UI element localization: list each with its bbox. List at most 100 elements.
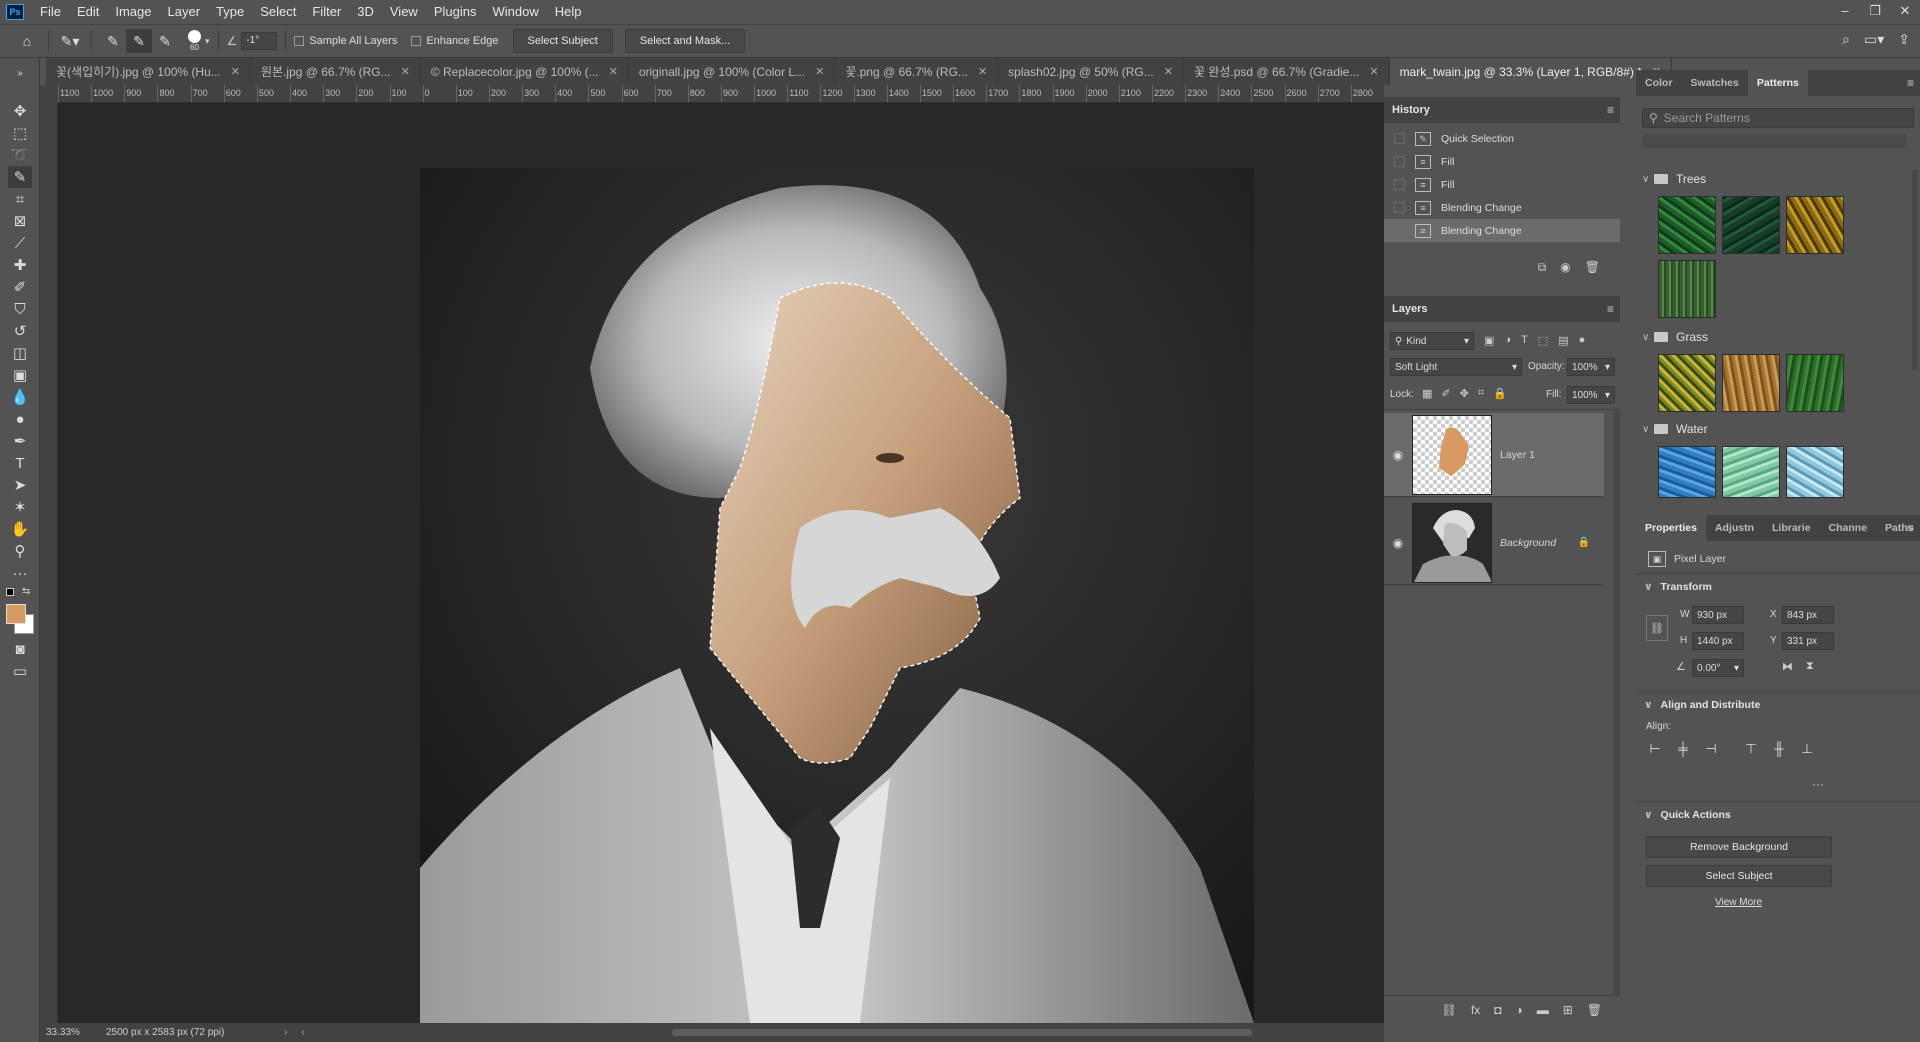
collapse-toolbar-icon[interactable]: » (8, 62, 32, 84)
lock-position-icon[interactable]: ✥ (1460, 387, 1469, 400)
share-icon[interactable]: ⇪ (1898, 31, 1910, 48)
panel-menu-icon[interactable]: ≡ (1607, 103, 1614, 117)
healing-brush-tool-icon[interactable]: ✚ (8, 254, 32, 276)
flip-horizontal-icon[interactable]: ⧓ (1782, 660, 1793, 673)
dodge-tool-icon[interactable]: ● (8, 408, 32, 430)
history-brush-tool-icon[interactable]: ↺ (8, 320, 32, 342)
zoom-tool-icon[interactable]: ⚲ (8, 540, 32, 562)
history-item[interactable]: ✎ Quick Selection (1384, 127, 1620, 150)
panel-menu-icon[interactable]: ≡ (1607, 302, 1614, 316)
close-icon[interactable]: ✕ (609, 65, 618, 78)
layer-filter-select[interactable]: ⚲ Kind ▾ (1390, 332, 1474, 350)
pattern-group-trees[interactable]: ∨ Trees (1636, 168, 1916, 190)
marquee-tool-icon[interactable]: ⬚ (8, 122, 32, 144)
history-item-selected[interactable]: ≡ Blending Change (1384, 219, 1620, 242)
shape-tool-icon[interactable]: ✶ (8, 496, 32, 518)
swap-colors-icon[interactable]: ⇆ (22, 586, 30, 597)
pixel-filter-icon[interactable]: ▣ (1484, 334, 1494, 347)
home-icon[interactable]: ⌂ (14, 29, 40, 53)
align-bottom-icon[interactable]: ⊥ (1798, 741, 1816, 759)
panel-menu-icon[interactable]: ≡ (1907, 76, 1914, 90)
pattern-swatch[interactable] (1722, 196, 1780, 254)
eye-icon[interactable]: ◉ (1384, 448, 1412, 462)
eraser-tool-icon[interactable]: ◫ (8, 342, 32, 364)
tab-document[interactable]: originall.jpg @ 100% (Color L... ✕ (628, 58, 836, 85)
new-group-icon[interactable]: ▬ (1537, 1003, 1549, 1017)
width-input[interactable]: 930 px (1692, 606, 1744, 624)
link-dimensions-icon[interactable]: ⛓ (1646, 615, 1668, 641)
foreground-color-swatch[interactable] (6, 604, 26, 624)
select-and-mask-button[interactable]: Select and Mask... (624, 29, 746, 53)
subtract-from-selection-icon[interactable]: ✎ (152, 29, 178, 53)
tab-channels[interactable]: Channe (1820, 515, 1877, 541)
hand-tool-icon[interactable]: ✋ (8, 518, 32, 540)
close-icon[interactable]: ✕ (1164, 65, 1173, 78)
pattern-swatch[interactable] (1658, 196, 1716, 254)
tab-patterns[interactable]: Patterns (1747, 70, 1808, 96)
trash-icon[interactable]: 🗑 (1585, 260, 1600, 275)
align-top-icon[interactable]: ⊤ (1742, 741, 1760, 759)
type-filter-icon[interactable]: T (1521, 334, 1528, 347)
blend-mode-select[interactable]: Soft Light ▾ (1390, 358, 1522, 376)
menu-file[interactable]: File (32, 0, 69, 24)
rotation-input[interactable]: 0.00° ▾ (1692, 659, 1744, 677)
horizontal-ruler[interactable]: 1100 1000 900 800 700 600 500 400 300 200 100 0 100 2… (58, 85, 1384, 103)
eye-icon[interactable]: ◉ (1384, 536, 1412, 550)
close-icon[interactable]: ✕ (231, 65, 240, 78)
y-input[interactable]: 331 px (1782, 632, 1834, 650)
tab-adjustments[interactable]: Adjustn (1706, 515, 1763, 541)
fx-icon[interactable]: fx (1471, 1003, 1480, 1017)
align-distribute-section[interactable]: ∨ Align and Distribute (1644, 699, 1760, 711)
pattern-swatch[interactable] (1786, 354, 1844, 412)
close-icon[interactable]: ✕ (978, 65, 987, 78)
menu-help[interactable]: Help (547, 0, 590, 24)
tab-color[interactable]: Color (1636, 70, 1681, 96)
history-panel-title[interactable]: History (1392, 104, 1430, 116)
history-item[interactable]: ≡ Fill (1384, 173, 1620, 196)
tab-libraries[interactable]: Librarie (1763, 515, 1820, 541)
clone-stamp-tool-icon[interactable]: ⛉ (8, 298, 32, 320)
pattern-size-slider[interactable] (1642, 134, 1906, 148)
align-center-vertical-icon[interactable]: ╫ (1770, 741, 1788, 759)
view-more-link[interactable]: View More (1715, 897, 1762, 908)
menu-3d[interactable]: 3D (349, 0, 382, 24)
gradient-tool-icon[interactable]: ▣ (8, 364, 32, 386)
adjustment-filter-icon[interactable]: ◑ (1504, 334, 1511, 347)
layers-panel-title[interactable]: Layers (1392, 303, 1427, 315)
close-icon[interactable]: ✕ (1369, 65, 1378, 78)
adjustment-layer-icon[interactable]: ◑ (1515, 1003, 1522, 1017)
path-selection-tool-icon[interactable]: ➤ (8, 474, 32, 496)
chevron-down-icon[interactable]: ▾ (205, 36, 210, 47)
workspace-icon[interactable]: ▭▾ (1864, 31, 1884, 48)
select-subject-quick-button[interactable]: Select Subject (1646, 865, 1832, 887)
pattern-swatch[interactable] (1786, 446, 1844, 498)
menu-view[interactable]: View (382, 0, 426, 24)
close-window-button[interactable]: ✕ (1890, 0, 1920, 22)
document-canvas[interactable] (58, 103, 1384, 1023)
blur-tool-icon[interactable]: 💧 (8, 386, 32, 408)
menu-filter[interactable]: Filter (304, 0, 349, 24)
restore-button[interactable]: ❐ (1860, 0, 1890, 22)
fill-input[interactable]: 100% ▾ (1567, 386, 1615, 404)
x-input[interactable]: 843 px (1782, 606, 1834, 624)
lock-image-icon[interactable]: ✐ (1441, 387, 1450, 400)
shape-filter-icon[interactable]: ⬚ (1538, 334, 1548, 347)
tab-swatches[interactable]: Swatches (1681, 70, 1747, 96)
opacity-input[interactable]: 100% ▾ (1567, 358, 1615, 376)
layer-row[interactable]: ◉ Layer 1 (1384, 413, 1604, 497)
remove-background-button[interactable]: Remove Background (1646, 836, 1832, 858)
brush-tool-icon[interactable]: ✐ (8, 276, 32, 298)
eyedropper-tool-icon[interactable]: ⟋ (8, 232, 32, 254)
layers-scrollbar[interactable] (1614, 409, 1620, 995)
new-layer-icon[interactable]: ⊞ (1563, 1003, 1573, 1017)
tab-document[interactable]: © Replacecolor.jpg @ 100% (... ✕ (420, 58, 629, 85)
quick-actions-section[interactable]: ∨ Quick Actions (1644, 809, 1731, 821)
vertical-ruler[interactable] (40, 103, 58, 1023)
add-to-selection-icon[interactable]: ✎ (126, 29, 152, 53)
menu-edit[interactable]: Edit (69, 0, 107, 24)
smart-object-filter-icon[interactable]: ▤ (1558, 334, 1568, 347)
search-patterns-input[interactable]: ⚲ Search Patterns (1642, 108, 1914, 128)
new-selection-icon[interactable]: ✎ (100, 29, 126, 53)
brush-size-picker[interactable]: 60 (188, 30, 201, 52)
layer-row[interactable]: ◉ Background 🔒 (1384, 501, 1604, 585)
